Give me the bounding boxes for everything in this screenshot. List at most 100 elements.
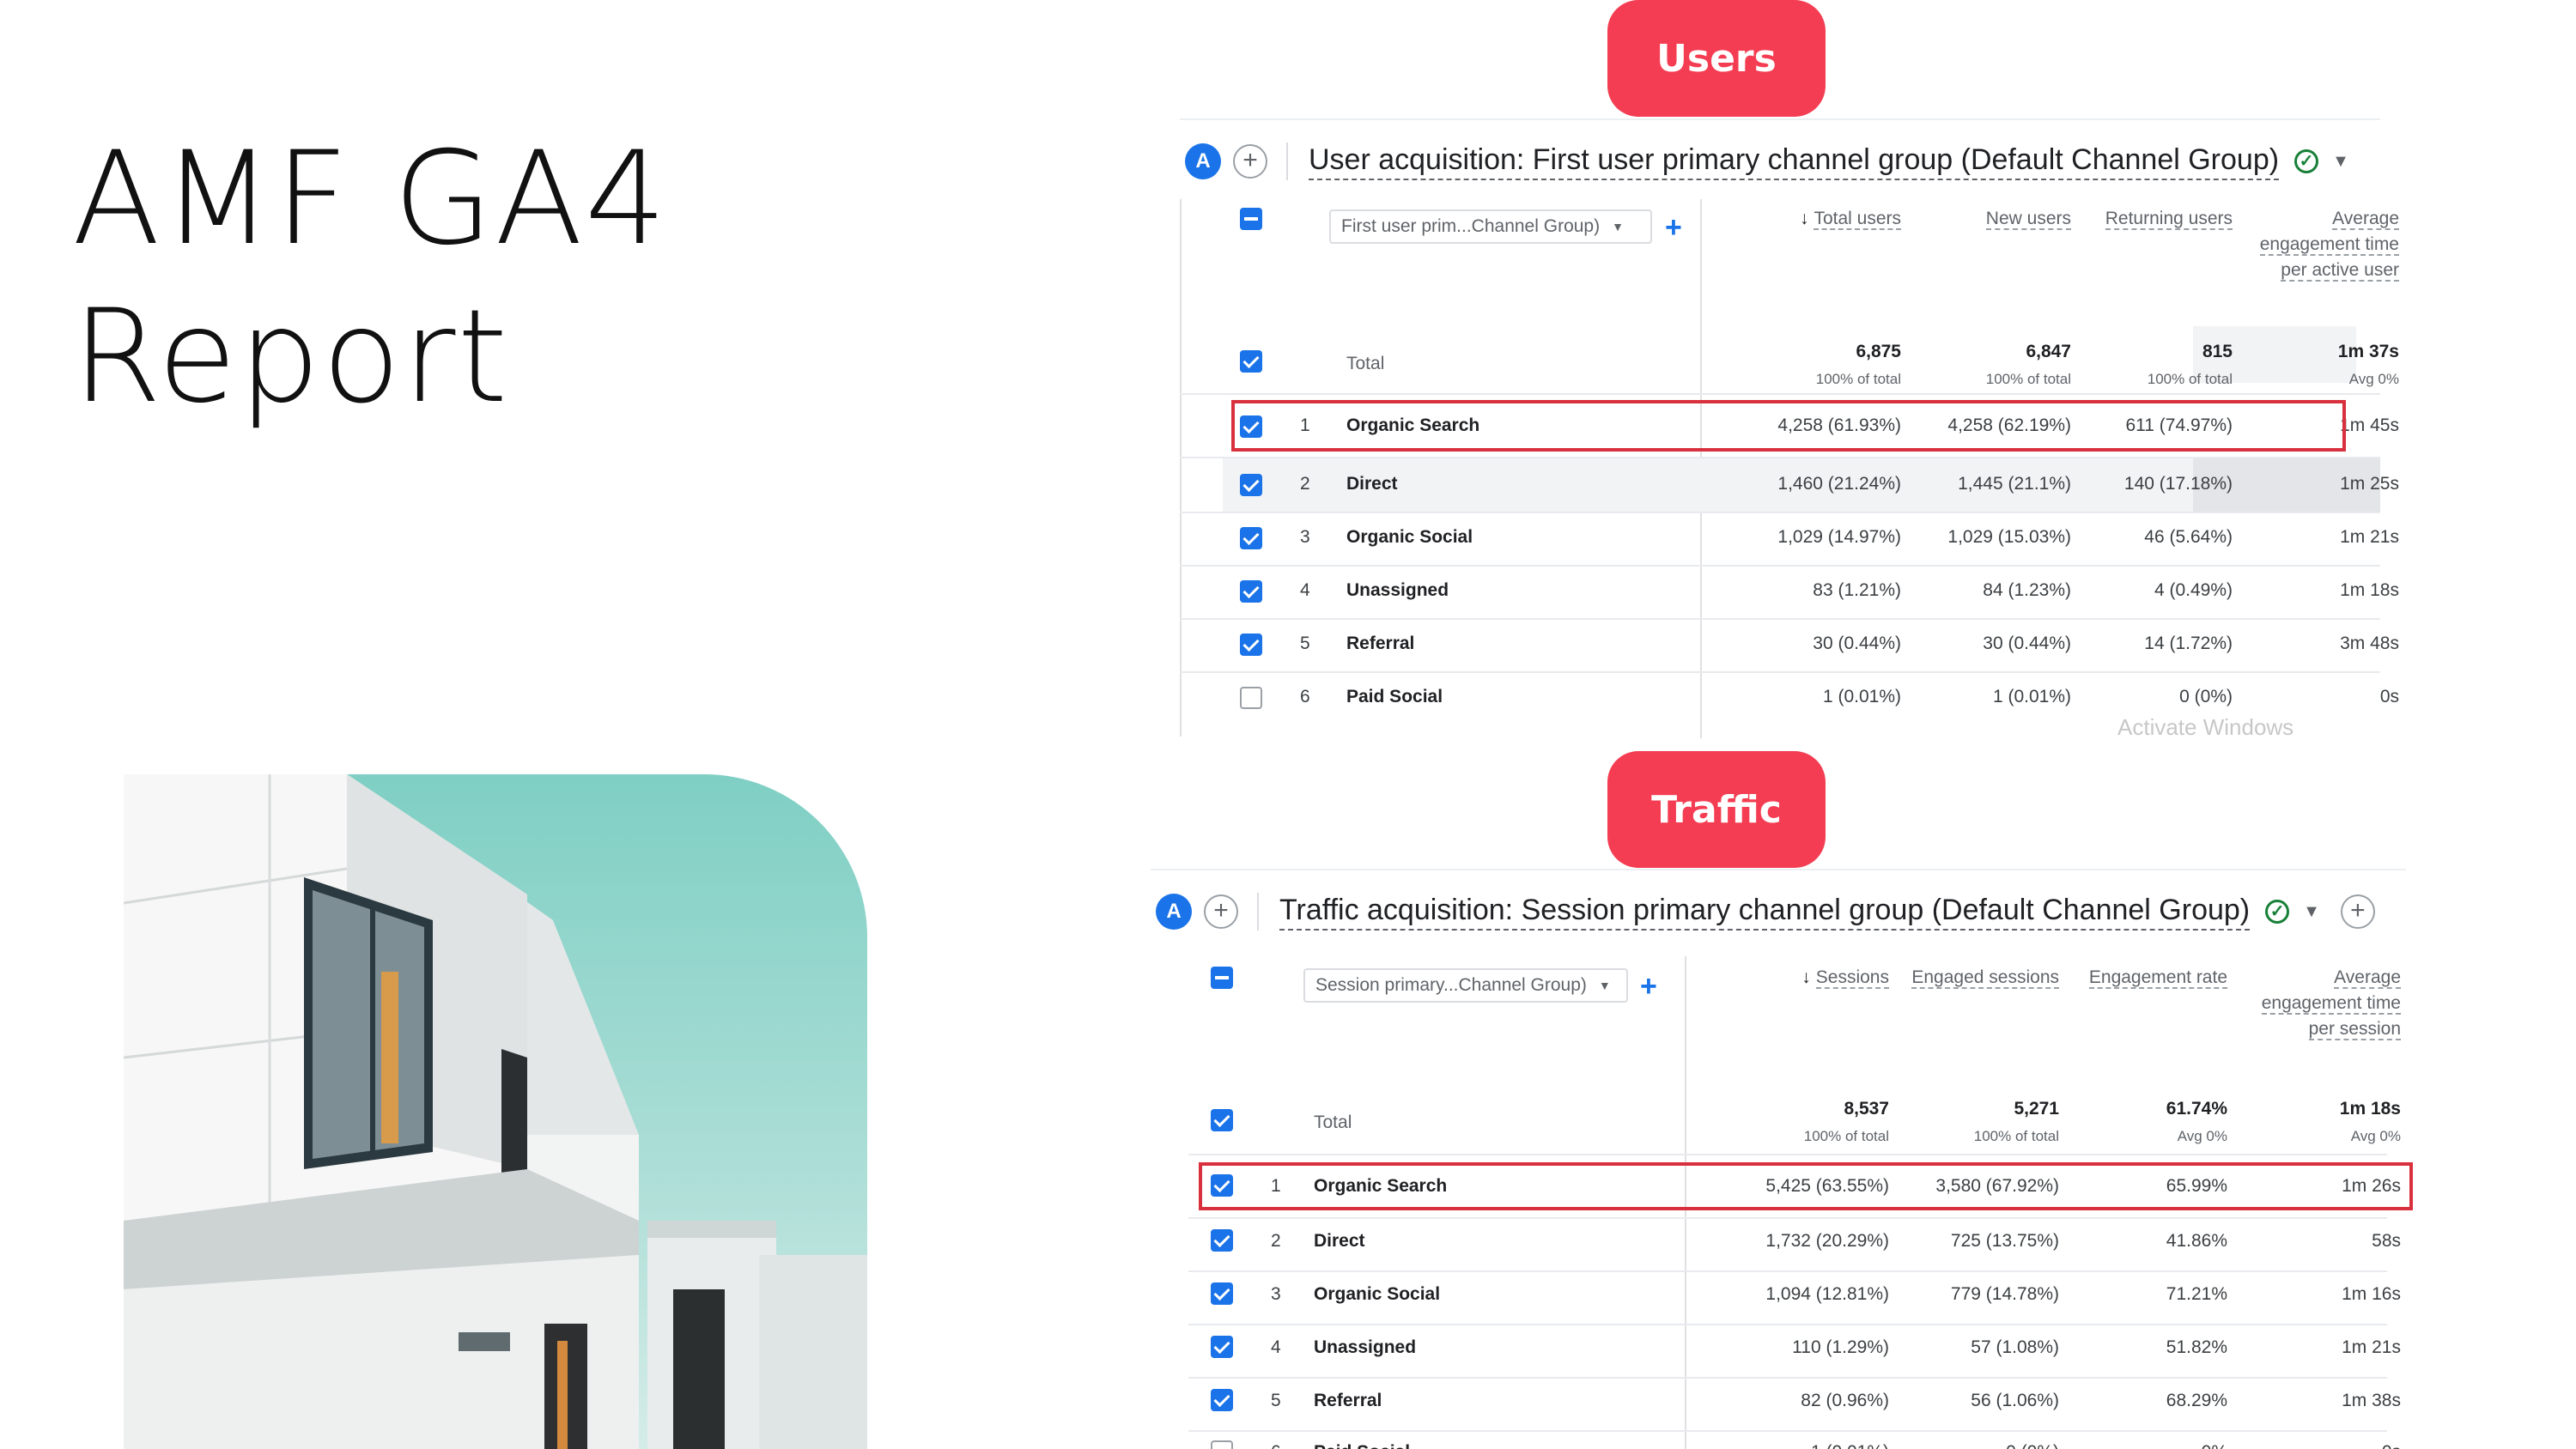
header-divider <box>1286 142 1288 180</box>
row-divider <box>1188 1154 2387 1155</box>
row-value: 1,029 (15.03%) <box>1947 527 2071 547</box>
row-channel-name[interactable]: Paid Social <box>1346 687 1443 707</box>
report-title[interactable]: Traffic acquisition: Session primary cha… <box>1279 894 2251 931</box>
activate-windows-watermark: Activate Windows <box>2117 714 2294 740</box>
highlight-box <box>1199 1162 2413 1210</box>
total-sub: 100% of total <box>1803 1128 1889 1144</box>
report-header: A + Traffic acquisition: Session primary… <box>1151 886 2406 937</box>
col-returning-users[interactable]: Returning users <box>2104 206 2233 232</box>
dimension-selector[interactable]: Session primary...Channel Group) ▼ <box>1303 968 1628 1003</box>
row-channel-name[interactable]: Unassigned <box>1314 1337 1416 1358</box>
col-total-users[interactable]: ↓ Total users <box>1729 206 1901 232</box>
chevron-down-icon[interactable]: ▼ <box>2332 152 2349 172</box>
col-engagement-rate[interactable]: Engagement rate <box>2061 965 2227 991</box>
row-value: 30 (0.44%) <box>1813 634 1901 653</box>
dimension-selector-label: Session primary...Channel Group) <box>1315 975 1587 995</box>
dimension-selector-label: First user prim...Channel Group) <box>1341 216 1601 236</box>
chevron-down-icon: ▼ <box>1598 979 1611 992</box>
row-checkbox[interactable] <box>1211 1389 1233 1411</box>
row-divider <box>1180 512 2380 513</box>
row-checkbox[interactable] <box>1240 634 1262 656</box>
add-comparison-icon[interactable]: + <box>1233 144 1267 179</box>
total-label: Total <box>1346 354 1385 373</box>
chevron-down-icon[interactable]: ▼ <box>2303 902 2320 922</box>
sort-arrow-down-icon: ↓ <box>1799 209 1809 228</box>
row-index: 6 <box>1300 687 1310 706</box>
row-channel-name[interactable]: Organic Social <box>1314 1284 1440 1305</box>
select-all-checkbox[interactable] <box>1240 208 1262 230</box>
row-channel-name[interactable]: Direct <box>1314 1231 1365 1252</box>
row-value: 1m 21s <box>2340 527 2399 547</box>
row-value: 71.21% <box>2166 1284 2227 1304</box>
report-title[interactable]: User acquisition: First user primary cha… <box>1309 143 2280 180</box>
row-value: 41.86% <box>2166 1231 2227 1251</box>
row-divider <box>1188 1324 2387 1325</box>
check-circle-icon: ✓ <box>2265 900 2290 924</box>
add-icon[interactable]: + <box>2340 894 2375 929</box>
col-sessions[interactable]: ↓ Sessions <box>1717 965 1889 991</box>
col-new-users[interactable]: New users <box>1927 206 2071 232</box>
row-channel-name[interactable]: Direct <box>1346 474 1398 494</box>
row-divider <box>1180 671 2380 673</box>
total-sub: 100% of total <box>1985 371 2071 387</box>
total-value: 6,847 <box>2026 342 2071 361</box>
row-checkbox[interactable] <box>1240 474 1262 496</box>
row-index: 2 <box>1271 1231 1281 1251</box>
table-left-border <box>1180 199 1182 737</box>
row-value: 725 (13.75%) <box>1950 1231 2059 1251</box>
total-sub: 100% of total <box>1815 371 1901 387</box>
select-all-checkbox[interactable] <box>1211 967 1233 989</box>
comparison-avatar[interactable]: A <box>1185 143 1221 179</box>
row-value: 1,732 (20.29%) <box>1765 1231 1889 1251</box>
row-checkbox[interactable] <box>1240 527 1262 549</box>
add-comparison-icon[interactable]: + <box>1204 894 1238 929</box>
row-checkbox[interactable] <box>1211 1440 1233 1449</box>
row-value: 57 (1.08%) <box>1971 1337 2059 1357</box>
comparison-avatar[interactable]: A <box>1156 894 1192 930</box>
row-index: 4 <box>1271 1337 1281 1357</box>
total-checkbox[interactable] <box>1240 350 1262 373</box>
row-value: 1m 21s <box>2342 1337 2401 1357</box>
row-value: 1,029 (14.97%) <box>1777 527 1901 547</box>
col-avg-engagement[interactable]: Average engagement time per active user <box>2231 206 2399 283</box>
row-checkbox[interactable] <box>1211 1282 1233 1305</box>
row-channel-name[interactable]: Referral <box>1314 1391 1382 1411</box>
add-dimension-icon[interactable]: + <box>1640 972 1657 1001</box>
row-value: 110 (1.29%) <box>1792 1337 1889 1357</box>
row-value: 1m 25s <box>2340 474 2399 494</box>
row-value: 4 (0.49%) <box>2154 580 2233 600</box>
row-value: 0s <box>2379 687 2399 706</box>
slide-title-line-1: AMF GA4 <box>72 124 669 274</box>
row-value: 1,460 (21.24%) <box>1777 474 1901 494</box>
row-channel-name[interactable]: Paid Social <box>1314 1442 1410 1449</box>
total-sub: 100% of total <box>1973 1128 2059 1144</box>
chevron-down-icon: ▼ <box>1612 220 1624 233</box>
row-index: 5 <box>1300 634 1310 653</box>
row-value: 30 (0.44%) <box>1983 634 2071 653</box>
row-divider <box>1188 1217 2387 1219</box>
row-checkbox[interactable] <box>1240 687 1262 709</box>
row-channel-name[interactable]: Organic Social <box>1346 527 1473 548</box>
add-dimension-icon[interactable]: + <box>1665 213 1682 242</box>
sort-arrow-down-icon: ↓ <box>1801 967 1811 987</box>
col-engaged-sessions[interactable]: Engaged sessions <box>1906 965 2059 991</box>
users-label-pill: Users <box>1607 0 1826 117</box>
row-divider <box>1180 618 2380 620</box>
row-channel-name[interactable]: Unassigned <box>1346 580 1449 601</box>
row-value: 140 (17.18%) <box>2123 474 2233 494</box>
row-checkbox[interactable] <box>1240 580 1262 603</box>
row-value: 82 (0.96%) <box>1801 1391 1889 1410</box>
row-channel-name[interactable]: Referral <box>1346 634 1414 654</box>
total-checkbox[interactable] <box>1211 1109 1233 1131</box>
total-value: 6,875 <box>1856 342 1901 361</box>
row-value: 83 (1.21%) <box>1813 580 1901 600</box>
row-value: 1m 16s <box>2342 1284 2401 1304</box>
row-divider <box>1188 1430 2387 1432</box>
slide-title-line-2: Report <box>72 282 510 432</box>
dimension-selector[interactable]: First user prim...Channel Group) ▼ <box>1329 209 1652 244</box>
col-avg-engagement[interactable]: Average engagement time per session <box>2246 965 2401 1042</box>
row-checkbox[interactable] <box>1211 1336 1233 1358</box>
row-value: 1,094 (12.81%) <box>1765 1284 1889 1304</box>
check-circle-icon: ✓ <box>2294 149 2319 173</box>
row-checkbox[interactable] <box>1211 1229 1233 1252</box>
